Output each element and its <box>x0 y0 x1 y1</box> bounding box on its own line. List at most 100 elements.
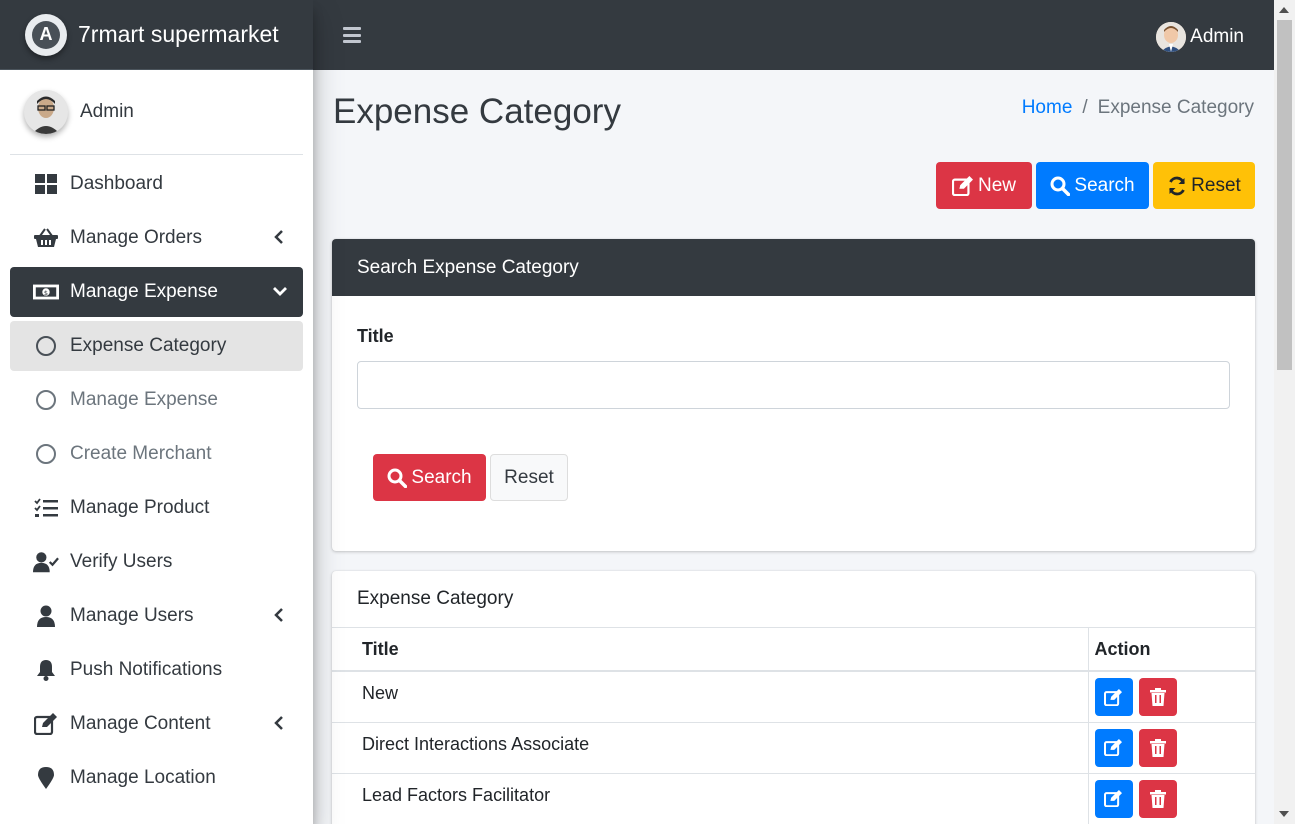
scroll-thumb[interactable] <box>1277 20 1292 370</box>
table-row: Lead Factors Facilitator <box>332 773 1255 824</box>
sidebar: A 7rmart supermarket Admin Dashboard Man… <box>0 0 313 824</box>
sidebar-item-manage-orders[interactable]: Manage Orders <box>10 213 303 263</box>
brand-link[interactable]: A 7rmart supermarket <box>0 0 313 70</box>
scroll-down-arrow-icon[interactable] <box>1279 811 1289 817</box>
search-form-actions: Search Reset <box>373 454 568 501</box>
sidebar-item-label: Manage Expense <box>70 281 218 302</box>
edit-icon <box>951 175 973 196</box>
table-row: Direct Interactions Associate <box>332 722 1255 774</box>
column-header-action: Action <box>1087 628 1255 672</box>
table-card-title: Expense Category <box>332 571 1255 628</box>
chevron-down-icon <box>273 287 287 296</box>
delete-button[interactable] <box>1138 728 1177 767</box>
avatar <box>24 90 68 134</box>
column-header-title: Title <box>332 628 1088 672</box>
menu-toggle-icon[interactable] <box>343 27 361 43</box>
avatar <box>1156 22 1187 52</box>
cell-title: New <box>332 671 1088 723</box>
title-field-label: Title <box>357 326 394 346</box>
sidebar-item-dashboard[interactable]: Dashboard <box>10 159 303 209</box>
table-card: Expense Category Title Action New Direct… <box>332 571 1255 824</box>
circle-icon <box>36 444 56 464</box>
sidebar-item-expense-category[interactable]: Expense Category <box>10 321 303 371</box>
sidebar-item-label: Verify Users <box>70 551 173 572</box>
edit-icon <box>1104 688 1122 706</box>
cell-actions <box>1087 671 1255 723</box>
page-scrollbar[interactable] <box>1274 0 1295 824</box>
sidebar-item-label: Manage Location <box>70 767 216 788</box>
trash-icon <box>1149 738 1166 757</box>
sidebar-item-manage-expense-sub[interactable]: Manage Expense <box>10 375 303 425</box>
edit-button[interactable] <box>1094 678 1133 716</box>
reset-button[interactable]: Reset <box>1153 162 1255 209</box>
user-check-icon <box>33 551 59 573</box>
search-card-header: Search Expense Category <box>332 239 1255 296</box>
cell-title: Lead Factors Facilitator <box>332 773 1088 824</box>
delete-button[interactable] <box>1138 678 1177 716</box>
edit-icon <box>1104 739 1122 756</box>
search-icon <box>387 468 408 488</box>
edit-button[interactable] <box>1094 779 1133 818</box>
sidebar-item-label: Expense Category <box>70 335 227 356</box>
money-bill-icon: $ <box>33 281 59 303</box>
sidebar-item-label: Manage Product <box>70 497 210 518</box>
search-card: Search Expense Category Title Search Res… <box>332 239 1255 551</box>
sidebar-item-manage-content[interactable]: Manage Content <box>10 699 303 749</box>
trash-icon <box>1149 688 1166 706</box>
scroll-up-arrow-icon[interactable] <box>1279 7 1289 13</box>
title-input[interactable] <box>357 361 1230 409</box>
trash-icon <box>1149 789 1166 808</box>
sidebar-item-push-notifications[interactable]: Push Notifications <box>10 645 303 695</box>
sidebar-nav: Dashboard Manage Orders $ Manage Expense… <box>0 159 313 803</box>
basket-icon <box>33 227 59 249</box>
chevron-left-icon <box>274 608 283 622</box>
brand-logo-icon: A <box>25 13 67 56</box>
edit-button[interactable] <box>1094 728 1133 767</box>
expense-category-table: Title Action New Direct Interactions Ass… <box>332 628 1255 824</box>
map-marker-icon <box>33 767 59 789</box>
topbar-user-name: Admin <box>1190 26 1244 47</box>
user-icon <box>33 605 59 627</box>
bell-icon <box>33 659 59 681</box>
user-menu[interactable]: Admin <box>1156 22 1244 52</box>
cell-actions <box>1087 773 1255 824</box>
svg-text:$: $ <box>44 289 48 297</box>
circle-icon <box>36 390 56 410</box>
user-panel[interactable]: Admin <box>10 70 303 155</box>
search-reset-button[interactable]: Reset <box>490 454 568 501</box>
sidebar-item-manage-product[interactable]: Manage Product <box>10 483 303 533</box>
sidebar-item-label: Create Merchant <box>70 443 212 464</box>
new-button[interactable]: New <box>936 162 1032 209</box>
cell-title: Direct Interactions Associate <box>332 722 1088 774</box>
chevron-left-icon <box>274 230 283 244</box>
brand-name: 7rmart supermarket <box>78 21 279 47</box>
edit-icon <box>1104 790 1122 807</box>
sidebar-item-label: Manage Expense <box>70 389 218 410</box>
table-header-row: Title Action <box>332 628 1255 672</box>
table-row: New <box>332 671 1255 723</box>
sync-icon <box>1169 176 1186 195</box>
page-title: Expense Category <box>333 92 621 131</box>
sidebar-item-label: Dashboard <box>70 173 163 194</box>
sidebar-item-manage-users[interactable]: Manage Users <box>10 591 303 641</box>
sidebar-item-verify-users[interactable]: Verify Users <box>10 537 303 587</box>
page-actions: New Search Reset <box>936 162 1255 209</box>
sidebar-item-manage-location[interactable]: Manage Location <box>10 753 303 803</box>
breadcrumb-separator: / <box>1082 97 1088 118</box>
sidebar-item-label: Manage Users <box>70 605 194 626</box>
search-button[interactable]: Search <box>1036 162 1149 209</box>
chevron-left-icon <box>274 716 283 730</box>
cell-actions <box>1087 722 1255 774</box>
delete-button[interactable] <box>1138 779 1177 818</box>
breadcrumb-home-link[interactable]: Home <box>1022 97 1073 119</box>
sidebar-item-label: Push Notifications <box>70 659 223 680</box>
sidebar-item-create-merchant[interactable]: Create Merchant <box>10 429 303 479</box>
top-navbar: Admin <box>313 0 1274 70</box>
sidebar-item-label: Manage Orders <box>70 227 203 248</box>
sidebar-item-manage-expense[interactable]: $ Manage Expense <box>10 267 303 317</box>
tasks-icon <box>33 497 59 519</box>
breadcrumb: Home / Expense Category <box>1022 97 1254 119</box>
edit-icon <box>33 713 59 735</box>
circle-icon <box>36 336 56 356</box>
search-submit-button[interactable]: Search <box>373 454 486 501</box>
